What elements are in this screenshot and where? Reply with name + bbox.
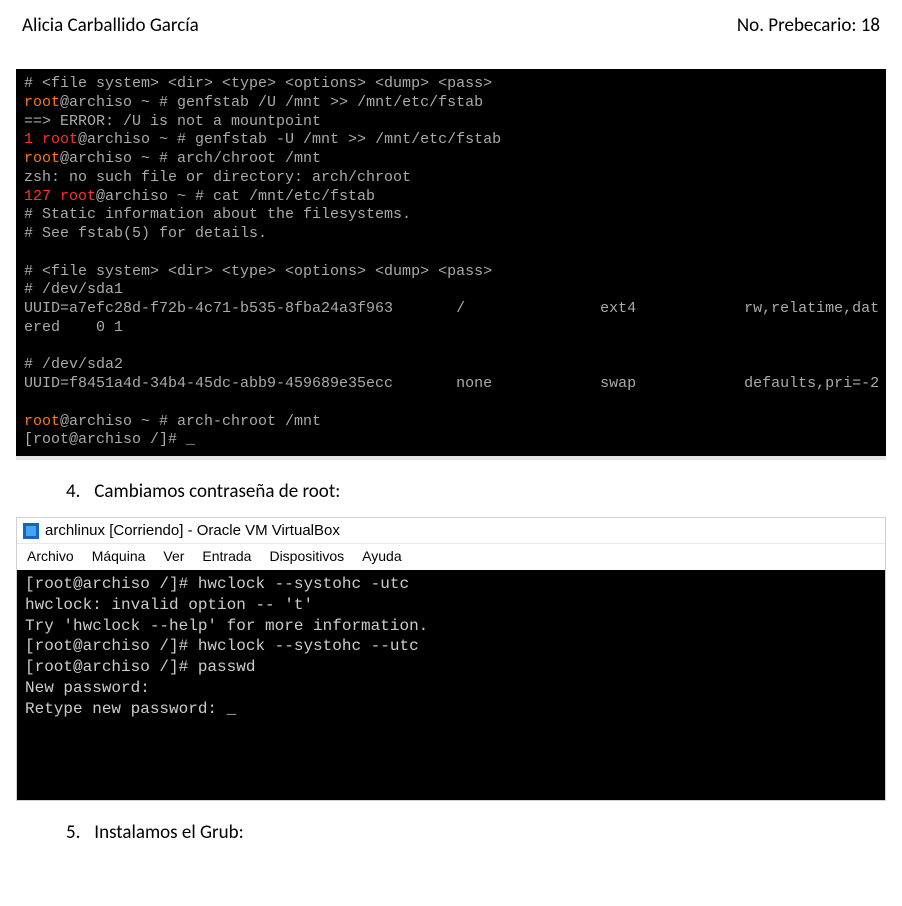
terminal-line: UUID=a7efc28d-f72b-4c71-b535-8fba24a3f96…	[24, 300, 879, 317]
menu-maquina[interactable]: Máquina	[92, 548, 146, 564]
document-header: Alicia Carballido García No. Prebecario:…	[22, 14, 880, 37]
terminal-line: [root@archiso /]# hwclock --systohc -utc	[25, 575, 409, 593]
terminal-line: ered 0 1	[24, 319, 123, 336]
terminal-line: # /dev/sda2	[24, 356, 123, 373]
terminal-line: [root@archiso /]# _	[24, 431, 195, 448]
terminal-line: Try 'hwclock --help' for more informatio…	[25, 617, 428, 635]
virtualbox-window: archlinux [Corriendo] - Oracle VM Virtua…	[16, 517, 886, 801]
terminal-root: root	[24, 150, 60, 167]
terminal-line: [root@archiso /]# hwclock --systohc --ut…	[25, 637, 419, 655]
terminal-line: # /dev/sda1	[24, 281, 123, 298]
terminal-line: UUID=f8451a4d-34b4-45dc-abb9-459689e35ec…	[24, 375, 879, 392]
step-4: 4. Cambiamos contraseña de root:	[66, 480, 880, 503]
terminal-line: hwclock: invalid option -- 't'	[25, 596, 313, 614]
menu-archivo[interactable]: Archivo	[27, 548, 74, 564]
vm-titlebar[interactable]: archlinux [Corriendo] - Oracle VM Virtua…	[17, 518, 885, 544]
menu-ayuda[interactable]: Ayuda	[362, 548, 401, 564]
terminal-line: @archiso ~ # cat /mnt/etc/fstab	[96, 188, 375, 205]
terminal-line: # Static information about the filesyste…	[24, 206, 411, 223]
terminal-line: New password:	[25, 679, 150, 697]
menu-dispositivos[interactable]: Dispositivos	[269, 548, 344, 564]
terminal-error-code: 127 root	[24, 188, 96, 205]
terminal-line: # <file system> <dir> <type> <options> <…	[24, 75, 492, 92]
vm-menubar: Archivo Máquina Ver Entrada Dispositivos…	[17, 544, 885, 570]
terminal-root: root	[24, 94, 60, 111]
step-text: Instalamos el Grub:	[94, 821, 243, 844]
vm-terminal-body: [root@archiso /]# hwclock --systohc -utc…	[17, 570, 885, 800]
menu-ver[interactable]: Ver	[163, 548, 184, 564]
terminal-line: [root@archiso /]# passwd	[25, 658, 255, 676]
prebecario-id: No. Prebecario: 18	[737, 14, 880, 37]
terminal-root: root	[24, 413, 60, 430]
terminal-line: zsh: no such file or directory: arch/chr…	[24, 169, 411, 186]
step-text: Cambiamos contraseña de root:	[94, 480, 340, 503]
terminal-line: @archiso ~ # genfstab /U /mnt >> /mnt/et…	[60, 94, 483, 111]
step-number: 4.	[66, 480, 90, 503]
author-name: Alicia Carballido García	[22, 14, 199, 37]
step-5: 5. Instalamos el Grub:	[66, 821, 880, 844]
terminal-line: # See fstab(5) for details.	[24, 225, 267, 242]
virtualbox-icon	[23, 523, 39, 539]
terminal-error-code: 1 root	[24, 131, 78, 148]
terminal-fstab: # <file system> <dir> <type> <options> <…	[16, 69, 886, 460]
terminal-line: # <file system> <dir> <type> <options> <…	[24, 263, 492, 280]
terminal-line: @archiso ~ # arch/chroot /mnt	[60, 150, 321, 167]
terminal-line: Retype new password: _	[25, 700, 236, 718]
menu-entrada[interactable]: Entrada	[202, 548, 251, 564]
vm-window-title: archlinux [Corriendo] - Oracle VM Virtua…	[45, 522, 340, 539]
terminal-line: ==> ERROR: /U is not a mountpoint	[24, 113, 321, 130]
terminal-line: @archiso ~ # arch-chroot /mnt	[60, 413, 321, 430]
step-number: 5.	[66, 821, 90, 844]
terminal-line: @archiso ~ # genfstab -U /mnt >> /mnt/et…	[78, 131, 501, 148]
